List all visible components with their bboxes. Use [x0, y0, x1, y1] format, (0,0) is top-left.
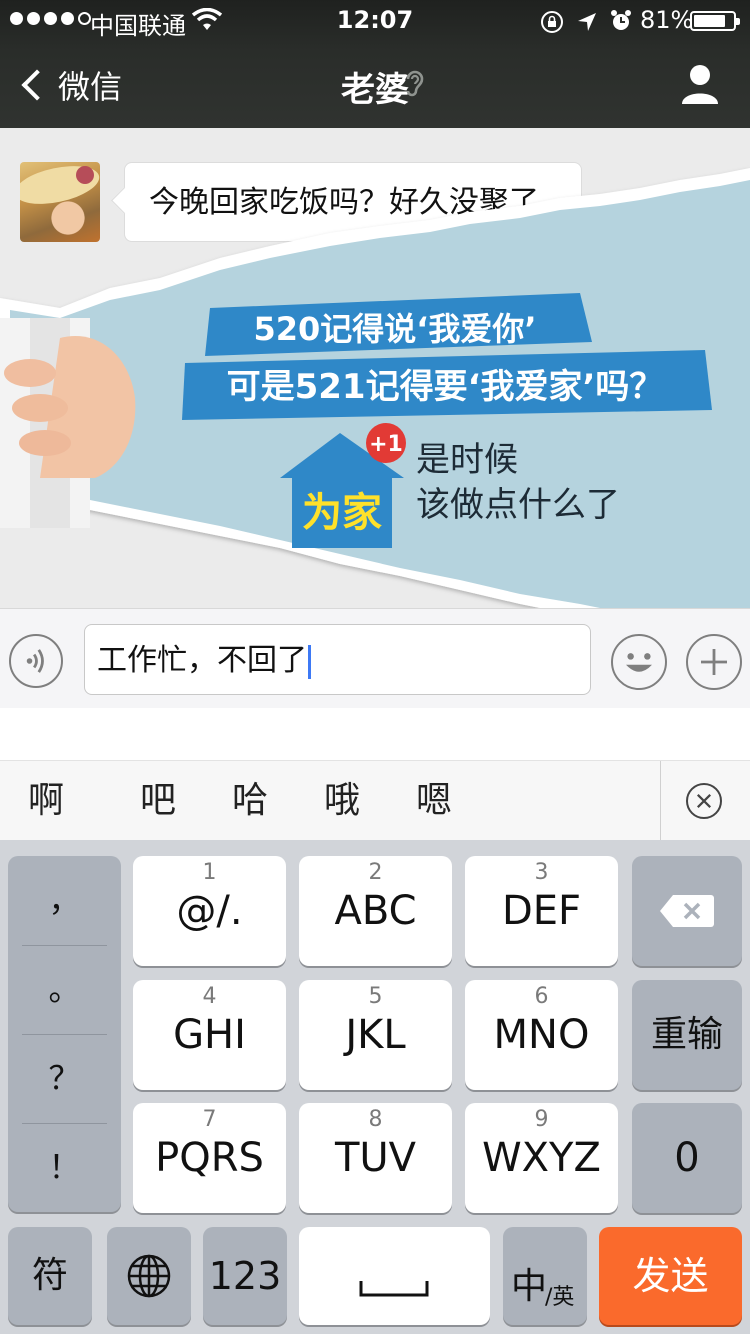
voice-input-button[interactable]: [9, 634, 63, 688]
keyboard: ， 。 ？ ！ 1 @/. 2 ABC 3 DEF 4 GHI 5 JKL 6 …: [0, 840, 750, 1334]
key-8[interactable]: 8 TUV: [299, 1103, 452, 1213]
location-arrow-icon: [578, 13, 596, 31]
backspace-icon: [660, 895, 714, 927]
ad-line-1: 520记得说‘我爱你’: [253, 310, 536, 348]
close-candidates-icon[interactable]: [686, 783, 722, 819]
key-label: JKL: [345, 1012, 406, 1058]
battery-icon: [690, 11, 740, 31]
chat-title: 老婆: [341, 70, 409, 110]
message-input-text: 工作忙，不回了: [97, 643, 307, 678]
key-7[interactable]: 7 PQRS: [133, 1103, 286, 1213]
punctuation-key[interactable]: 。: [8, 945, 121, 1034]
retype-key[interactable]: 重输: [632, 980, 742, 1090]
key-label: 重输: [650, 1014, 723, 1055]
key-label: 中: [511, 1266, 548, 1307]
globe-key[interactable]: [107, 1227, 191, 1325]
keyboard-gap: [0, 708, 750, 760]
key-label: @/.: [176, 888, 243, 934]
key-label: 0: [674, 1135, 700, 1181]
status-icons: [540, 6, 632, 34]
key-2[interactable]: 2 ABC: [299, 856, 452, 966]
candidate-word[interactable]: 吧: [140, 761, 176, 841]
key-1[interactable]: 1 @/.: [133, 856, 286, 966]
ad-banner[interactable]: 520记得说‘我爱你’ 可是521记得要‘我爱家’吗？ +1 为家 是时候 该做…: [0, 128, 750, 608]
space-key[interactable]: [299, 1227, 490, 1325]
key-label: MNO: [493, 1012, 590, 1058]
key-sublabel: /英: [545, 1285, 575, 1310]
key-5[interactable]: 5 JKL: [299, 980, 452, 1090]
candidate-word[interactable]: 哦: [324, 761, 360, 841]
nav-bar: 微信 老婆: [0, 40, 750, 128]
punctuation-key[interactable]: ！: [8, 1123, 121, 1212]
key-label: 发送: [632, 1254, 709, 1298]
zero-key[interactable]: 0: [632, 1103, 742, 1213]
ad-tagline-1: 是时候: [416, 440, 518, 480]
input-bar: 工作忙，不回了: [0, 608, 750, 709]
key-number: 2: [368, 860, 383, 885]
key-6[interactable]: 6 MNO: [465, 980, 618, 1090]
chat-area: 今晚回家吃饭吗？好久没聚了 520记得说‘我爱你’ 可是521记得要‘我爱家’吗…: [0, 128, 750, 608]
key-number: 1: [202, 860, 217, 885]
clock: 12:07: [336, 6, 414, 34]
punctuation-key[interactable]: ？: [8, 1034, 121, 1123]
message-input[interactable]: 工作忙，不回了: [84, 624, 591, 695]
key-number: 4: [202, 984, 217, 1009]
key-label: 123: [208, 1254, 282, 1298]
candidate-word[interactable]: 哈: [232, 761, 268, 841]
key-label: GHI: [173, 1012, 246, 1058]
language-switch-key[interactable]: 中 /英: [503, 1227, 587, 1325]
key-9[interactable]: 9 WXYZ: [465, 1103, 618, 1213]
key-label: PQRS: [155, 1135, 264, 1181]
key-number: 3: [534, 860, 549, 885]
ad-tagline-2: 该做点什么了: [416, 485, 620, 525]
key-number: 6: [534, 984, 549, 1009]
key-number: 5: [368, 984, 383, 1009]
key-4[interactable]: 4 GHI: [133, 980, 286, 1090]
rotation-lock-icon: [541, 11, 563, 33]
emoji-button[interactable]: [611, 634, 667, 690]
candidate-word[interactable]: 嗯: [416, 761, 452, 841]
alarm-icon: [611, 10, 631, 30]
ad-line-2: 可是521记得要‘我爱家’吗？: [227, 367, 664, 407]
space-icon: [359, 1281, 429, 1297]
top-bar: 中国联通 12:07 81% 微信 老婆: [0, 0, 750, 128]
battery-percentage: 81%: [640, 6, 694, 34]
ad-badge: +1: [369, 432, 403, 457]
delete-key[interactable]: [632, 856, 742, 966]
key-label: 符: [31, 1255, 68, 1296]
ad-house-text: 为家: [302, 490, 382, 536]
key-number: 7: [202, 1107, 217, 1132]
send-button[interactable]: 发送: [599, 1227, 742, 1325]
numbers-key[interactable]: 123: [203, 1227, 287, 1325]
punctuation-column: ， 。 ？ ！: [8, 856, 121, 1212]
profile-icon[interactable]: [680, 62, 720, 106]
key-3[interactable]: 3 DEF: [465, 856, 618, 966]
key-label: ABC: [334, 888, 417, 934]
symbols-key[interactable]: 符: [8, 1227, 92, 1325]
earpiece-mode-icon: [406, 70, 424, 97]
punctuation-key[interactable]: ，: [8, 856, 121, 945]
status-bar: 中国联通 12:07 81%: [0, 0, 750, 40]
more-plus-button[interactable]: [686, 634, 742, 690]
key-label: TUV: [334, 1135, 417, 1181]
text-cursor: [308, 644, 311, 679]
key-label: WXYZ: [482, 1135, 601, 1181]
key-label: DEF: [501, 888, 582, 934]
candidate-bar: 啊 吧 哈 哦 嗯: [0, 760, 750, 841]
key-number: 8: [368, 1107, 383, 1132]
divider: [660, 761, 661, 841]
globe-icon: [127, 1254, 171, 1298]
key-number: 9: [534, 1107, 549, 1132]
candidate-word[interactable]: 啊: [28, 761, 64, 841]
